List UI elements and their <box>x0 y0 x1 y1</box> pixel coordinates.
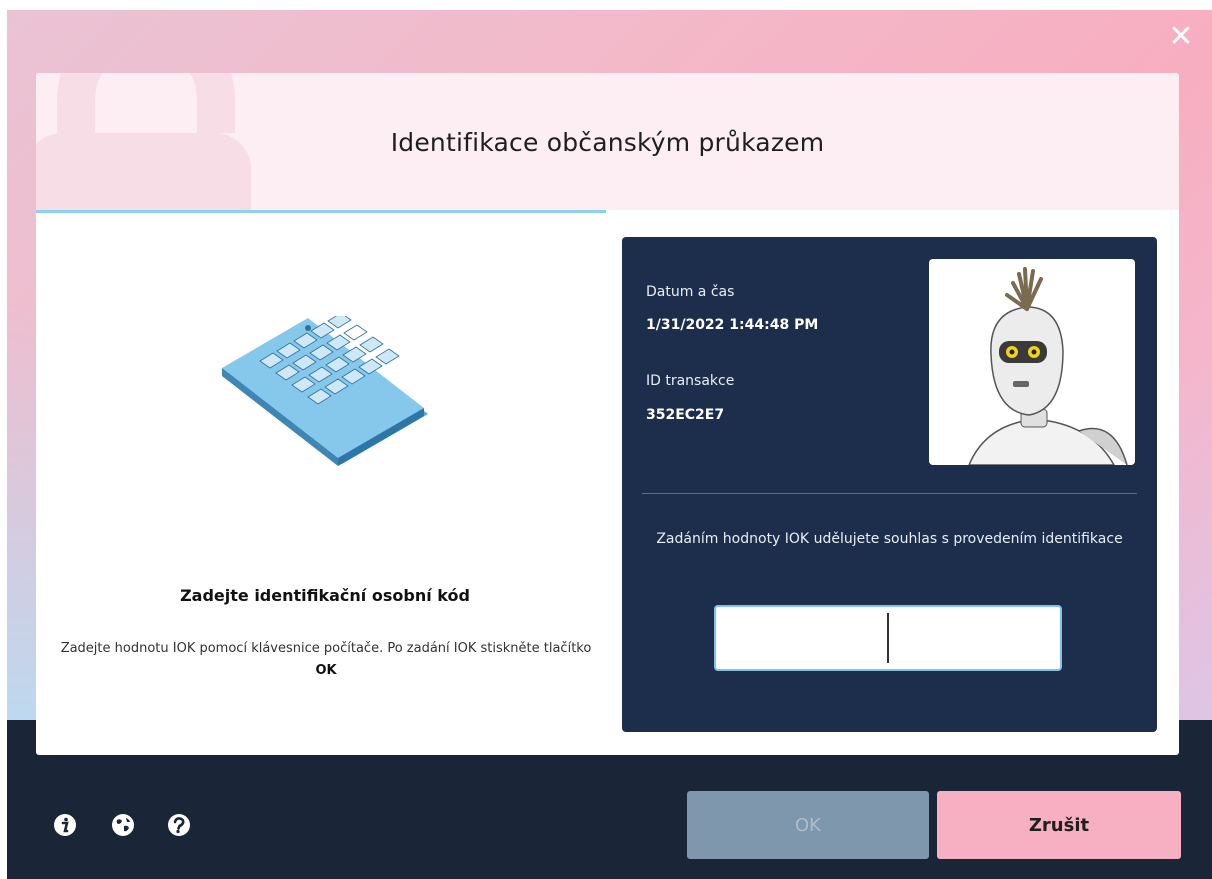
dialog-window: ✕ Identifikace občanským průkazem Zadejt… <box>7 10 1212 879</box>
transaction-info-card: Datum a čas 1/31/2022 1:44:48 PM ID tran… <box>622 237 1157 732</box>
datetime-value: 1/31/2022 1:44:48 PM <box>646 317 819 333</box>
robot-avatar-icon <box>968 267 1128 465</box>
panel-header: Identifikace občanským průkazem <box>36 73 1179 210</box>
text-cursor <box>887 613 889 663</box>
card-divider <box>642 493 1137 494</box>
instruction-text: Zadejte hodnotu IOK pomocí klávesnice po… <box>56 638 596 682</box>
instruction-text-ok: OK <box>315 663 337 678</box>
avatar <box>929 259 1135 465</box>
close-button[interactable]: ✕ <box>1168 22 1194 52</box>
transaction-id-label: ID transakce <box>646 373 735 389</box>
info-icon[interactable] <box>53 813 77 837</box>
progress-bar <box>36 210 606 213</box>
cancel-button[interactable]: Zrušit <box>937 791 1181 859</box>
consent-text: Zadáním hodnoty IOK udělujete souhlas s … <box>656 531 1123 547</box>
content-panel: Identifikace občanským průkazem Zadejte … <box>36 73 1179 755</box>
instruction-title: Zadejte identifikační osobní kód <box>180 586 470 605</box>
transaction-id-value: 352EC2E7 <box>646 407 725 423</box>
help-icon[interactable] <box>167 813 191 837</box>
keypad-illustration-icon <box>222 316 428 466</box>
dialog-title: Identifikace občanským průkazem <box>390 128 825 157</box>
globe-icon[interactable] <box>111 813 135 837</box>
instruction-text-main: Zadejte hodnotu IOK pomocí klávesnice po… <box>60 641 592 656</box>
ok-button[interactable]: OK <box>687 791 929 859</box>
datetime-label: Datum a čas <box>646 284 735 300</box>
